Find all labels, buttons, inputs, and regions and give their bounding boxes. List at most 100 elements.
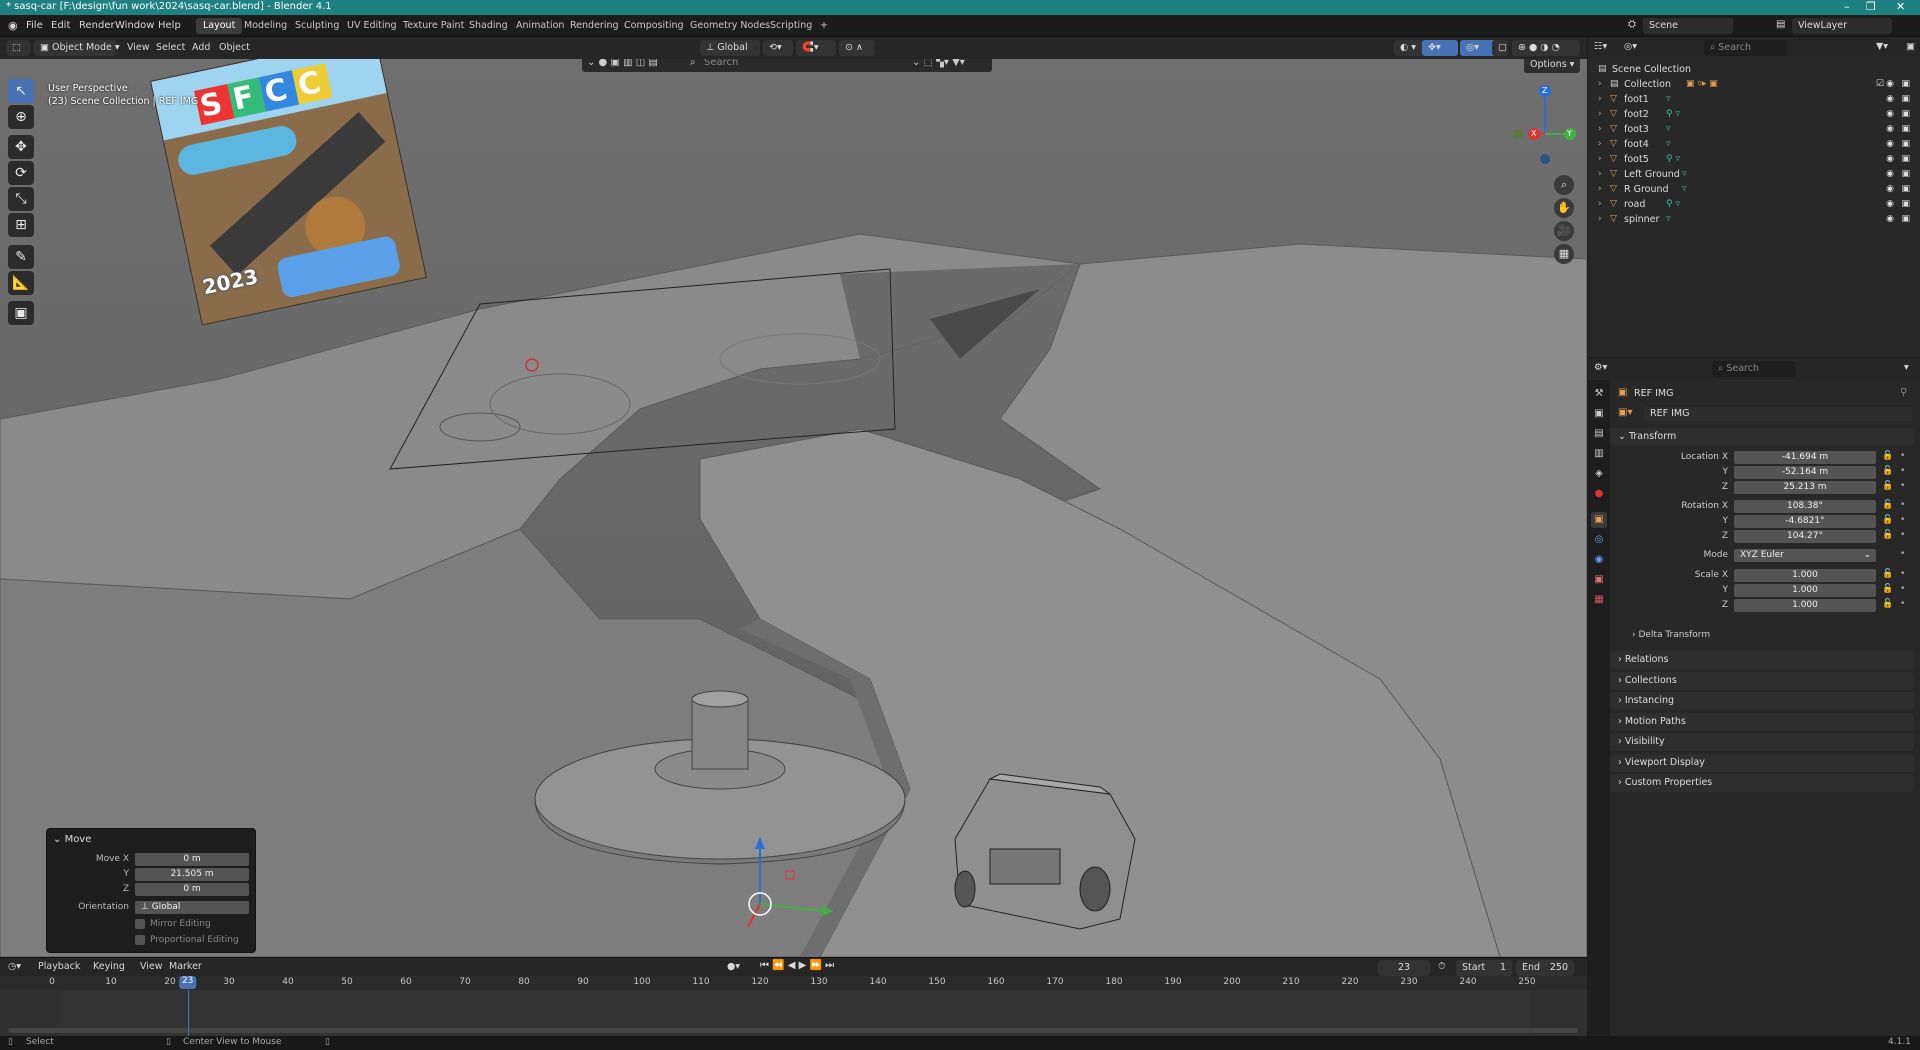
gizmo-toggle-icon[interactable]: ✥▾ (1422, 40, 1458, 56)
transform-panel-header[interactable]: ⌄ Transform (1610, 428, 1914, 446)
rotate-icon[interactable]: ⟳ (8, 161, 34, 185)
expand-arrow-icon[interactable]: › (1598, 199, 1602, 209)
properties-section-visibility[interactable]: › Visibility (1610, 733, 1914, 751)
mode-selector[interactable]: ▣ Object Mode ▾ (34, 40, 120, 56)
move-panel-header[interactable]: ⌄ Move (53, 834, 91, 845)
move-z-field[interactable]: 0 m (135, 883, 249, 896)
display-mode-icon[interactable]: ◎▾ (1624, 41, 1637, 52)
outliner-row-object[interactable]: › ▽ foot3 ▿ ◉ ▣ (1588, 123, 1920, 138)
workspace-tab-uv-editing[interactable]: UV Editing (340, 18, 404, 34)
viewport-menu-select[interactable]: Select (156, 42, 185, 53)
workspace-tab-shading[interactable]: Shading (462, 18, 515, 34)
location-x-field[interactable]: -41.694 m (1734, 451, 1876, 464)
object-name-field[interactable]: REF IMG (1644, 407, 1912, 421)
expand-arrow-icon[interactable]: › (1598, 94, 1602, 104)
measure-icon[interactable]: 📐 (8, 271, 34, 295)
outliner-row-object[interactable]: › ▽ Left Ground ▿ ◉ ▣ (1588, 168, 1920, 183)
editor-type-icon[interactable]: ⬚ (6, 40, 30, 56)
expand-arrow-icon[interactable]: › (1598, 184, 1602, 194)
render-camera-icon[interactable]: ▣ (1901, 94, 1910, 104)
properties-editor-icon[interactable]: ⚙▾ (1594, 362, 1607, 373)
keyframe-dot-icon[interactable]: • (1900, 584, 1905, 594)
workspace-tab-sculpting[interactable]: Sculpting (288, 18, 346, 34)
constraint-tab-icon[interactable]: ▣ (1591, 572, 1607, 588)
object-datablock-icon[interactable]: ▣▾ (1618, 407, 1632, 418)
lock-icon[interactable]: 🔓 (1882, 515, 1893, 525)
scale-x-field[interactable]: 1.000 (1734, 569, 1876, 582)
menu-file[interactable]: File (26, 20, 43, 31)
workspace-tab-layout[interactable]: Layout (196, 18, 243, 34)
visibility-eye-icon[interactable]: ◉ (1886, 139, 1894, 149)
timeline-menu-playback[interactable]: Playback (38, 961, 80, 972)
pin-icon[interactable]: ⚲ (1900, 387, 1907, 398)
pan-hand-icon[interactable]: ✋ (1554, 198, 1574, 218)
mirror-editing-checkbox[interactable] (135, 919, 145, 929)
workspace-tab-compositing[interactable]: Compositing (617, 18, 691, 34)
properties-section-custom-properties[interactable]: › Custom Properties (1610, 774, 1914, 792)
ortho-grid-icon[interactable]: ▦ (1554, 244, 1574, 264)
proportional-editing-checkbox[interactable] (135, 935, 145, 945)
end-frame-field[interactable]: End 250 (1516, 960, 1574, 976)
filter-funnel-icon[interactable]: ⌄ ⬚ ▚▾ ▼▾ (912, 59, 965, 68)
outliner-row-object[interactable]: › ▽ foot1 ▿ ◉ ▣ (1588, 93, 1920, 108)
location-z-field[interactable]: 25.213 m (1734, 481, 1876, 494)
render-camera-icon[interactable]: ▣ (1901, 199, 1910, 209)
visibility-eye-icon[interactable]: ◉ (1886, 109, 1894, 119)
workspace-tab-texture-paint[interactable]: Texture Paint (396, 18, 471, 34)
view-layer-tab-icon[interactable]: ▥ (1591, 446, 1607, 462)
viewport-menu-object[interactable]: Object (219, 42, 250, 53)
timeline-ruler[interactable]: 0 10 20 30 40 50 60 70 80 90 100 110 120 130 140 150 160… (0, 976, 1587, 990)
move-y-field[interactable]: 21.505 m (135, 868, 249, 881)
filter-icon[interactable]: ▼▾ (1876, 41, 1888, 52)
keyframe-dot-icon[interactable]: • (1900, 500, 1905, 510)
expand-arrow-icon[interactable]: › (1598, 214, 1602, 224)
shading-mode-icons[interactable]: ⊕ ● ◑ ◔ (1512, 40, 1580, 56)
menu-render[interactable]: Render (79, 20, 115, 31)
menu-window[interactable]: Window (115, 20, 154, 31)
keyframe-dot-icon[interactable]: • (1900, 599, 1905, 609)
lock-icon[interactable]: 🔓 (1882, 569, 1893, 579)
workspace-tab-modeling[interactable]: Modeling (237, 18, 294, 34)
move-x-field[interactable]: 0 m (135, 853, 249, 866)
output-tab-icon[interactable]: ▤ (1591, 426, 1607, 442)
expand-arrow-icon[interactable]: › (1598, 169, 1602, 179)
pivot-point-icon[interactable]: ⟲▾ (763, 40, 793, 56)
keyframe-dot-icon[interactable]: • (1900, 569, 1905, 579)
render-camera-icon[interactable]: ▣ (1901, 79, 1910, 89)
zoom-icon[interactable]: ⌕ (1554, 175, 1574, 195)
timeline-menu-view[interactable]: View (140, 961, 163, 972)
lock-icon[interactable]: 🔓 (1882, 530, 1893, 540)
options-button[interactable]: Options ▾ (1524, 59, 1580, 73)
expand-arrow-icon[interactable]: › (1598, 139, 1602, 149)
keyframe-dot-icon[interactable]: • (1900, 481, 1905, 491)
cursor-icon[interactable]: ⊕ (8, 105, 34, 129)
render-camera-icon[interactable]: ▣ (1901, 154, 1910, 164)
visibility-eye-icon[interactable]: ◉ (1886, 184, 1894, 194)
auto-keying-icon[interactable]: ●▾ (727, 961, 740, 972)
playback-controls-icon[interactable]: ⏮ ⏪ ◀ ▶ ⏩ ⏭ (760, 960, 834, 971)
render-camera-icon[interactable]: ▣ (1901, 169, 1910, 179)
filter-icons[interactable]: ⌄ ● ▣ ▥ ◫ ▤ (587, 59, 658, 68)
visibility-eye-icon[interactable]: ◉ (1886, 124, 1894, 134)
expand-arrow-icon[interactable]: › (1598, 79, 1602, 89)
current-frame-indicator[interactable]: 23 (178, 976, 197, 989)
scene-tab-icon[interactable]: ◈ (1591, 466, 1607, 482)
orientation-dropdown[interactable]: ⊥ Global (135, 901, 249, 914)
keyframe-dot-icon[interactable]: • (1900, 466, 1905, 476)
outliner-row-object[interactable]: › ▽ foot4 ▿ ◉ ▣ (1588, 138, 1920, 153)
render-camera-icon[interactable]: ▣ (1901, 109, 1910, 119)
annotate-icon[interactable]: ✎ (8, 245, 34, 269)
xray-toggle-icon[interactable]: ▢ (1492, 40, 1508, 56)
lock-icon[interactable]: 🔓 (1882, 584, 1893, 594)
properties-options-icon[interactable]: ▾ (1904, 362, 1909, 373)
add-cube-icon[interactable]: ▣ (8, 301, 34, 325)
menu-edit[interactable]: Edit (51, 20, 70, 31)
properties-section-relations[interactable]: › Relations (1610, 651, 1914, 669)
scale-z-field[interactable]: 1.000 (1734, 599, 1876, 612)
expand-arrow-icon[interactable]: › (1598, 154, 1602, 164)
visibility-eye-icon[interactable]: ◉ (1886, 169, 1894, 179)
object-tab-icon[interactable]: ▣ (1591, 512, 1607, 528)
scale-icon[interactable]: ⤡ (8, 187, 34, 211)
keyframe-dot-icon[interactable]: • (1900, 530, 1905, 540)
3d-viewport[interactable]: SFCC 2023 User Perspective (23) Scene Co… (0, 59, 1587, 957)
